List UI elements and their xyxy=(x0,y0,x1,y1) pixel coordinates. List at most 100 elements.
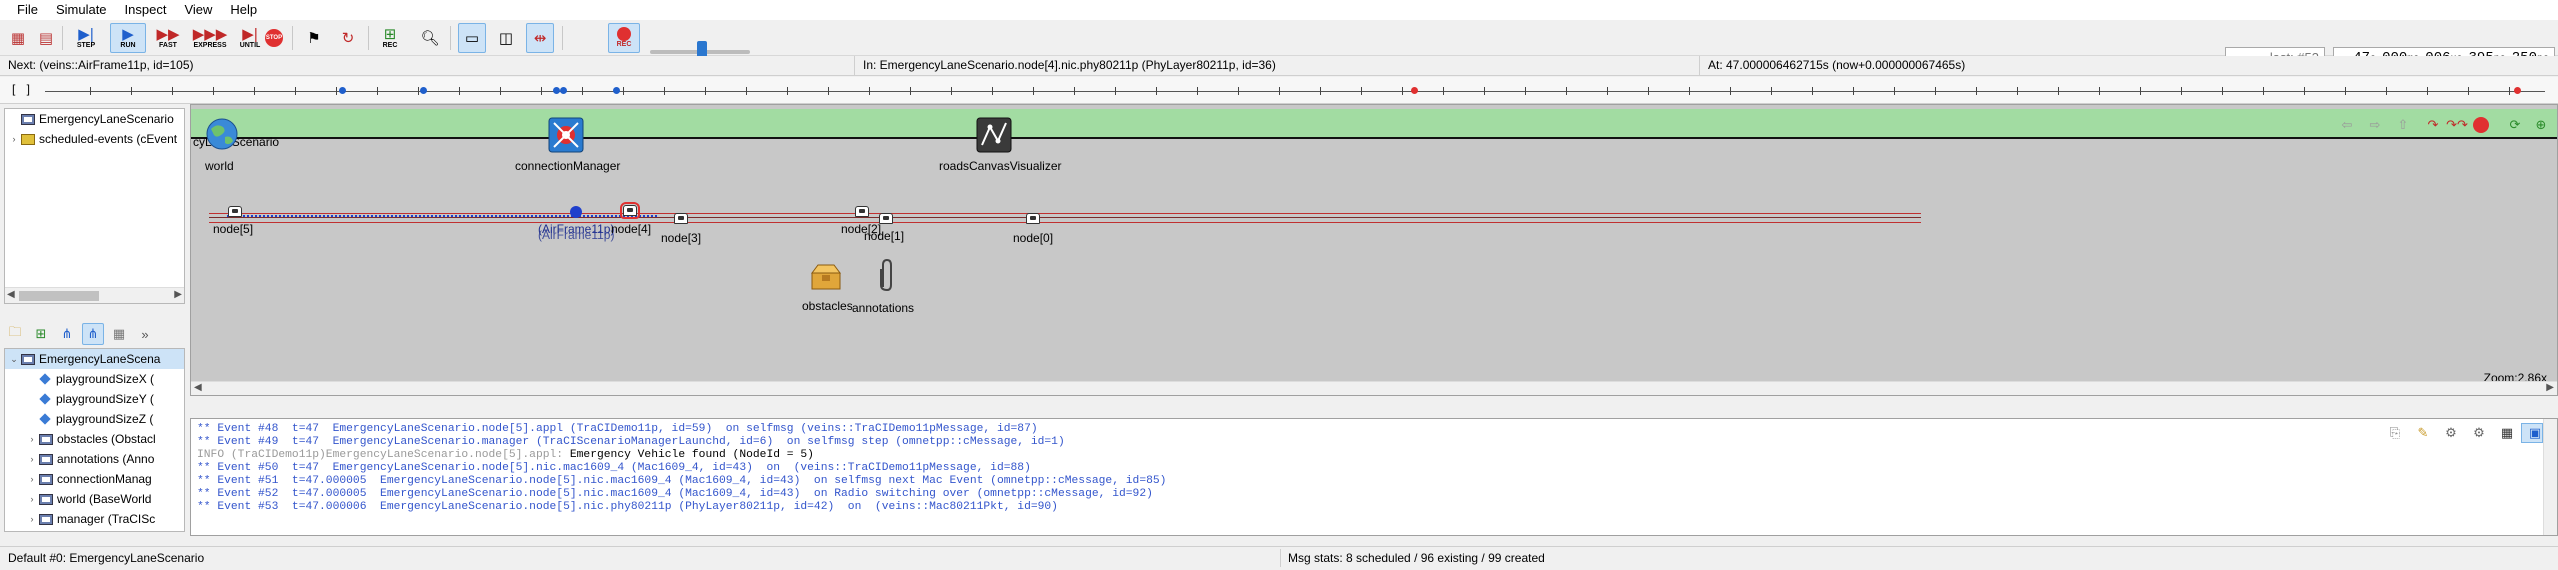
scroll-right-icon[interactable]: ▶ xyxy=(2546,382,2554,393)
obstacles-icon[interactable] xyxy=(808,261,844,291)
messages-mode-button[interactable]: ▦ xyxy=(2493,423,2515,443)
properties-item[interactable]: playgroundSizeZ ( xyxy=(5,409,184,429)
more-button[interactable]: » xyxy=(134,323,156,345)
table-view-button[interactable]: ▦ xyxy=(108,323,130,345)
object-tree-scrollbar[interactable]: ◀ ▶ xyxy=(5,287,184,303)
new-network-button[interactable]: ▦ xyxy=(6,23,30,53)
find-log-button[interactable]: ✎ xyxy=(2409,423,2431,443)
menu-inspect[interactable]: Inspect xyxy=(116,0,176,20)
local-run-button[interactable]: ↷ xyxy=(2423,116,2443,134)
local-stop-button[interactable] xyxy=(2471,116,2491,134)
record-video-button[interactable]: REC xyxy=(608,23,640,53)
group-by-kind-button[interactable]: 🗀 xyxy=(4,323,26,345)
object-tree[interactable]: EmergencyLaneScenario › scheduled-events (… xyxy=(4,108,185,304)
timeline-tick xyxy=(1730,87,1731,95)
properties-item[interactable]: › connectionManag xyxy=(5,469,184,489)
parent-button[interactable]: ⇧ xyxy=(2393,116,2413,134)
log-event-line: ** Event #49 t=47 EmergencyLaneScenario.… xyxy=(197,436,1065,448)
step-button[interactable]: ▶| STEP xyxy=(68,23,104,53)
menu-view[interactable]: View xyxy=(175,0,221,20)
stop-button[interactable]: STOP xyxy=(262,23,286,53)
scroll-right-icon[interactable]: ▶ xyxy=(174,289,182,300)
scroll-left-icon[interactable]: ◀ xyxy=(194,382,202,393)
finish-button[interactable]: ⚑ xyxy=(302,23,326,53)
children-view-button[interactable]: ⋔ xyxy=(56,323,78,345)
timeline-event-marker[interactable] xyxy=(613,87,620,94)
timeline-tick xyxy=(582,87,583,95)
expand-arrow-icon[interactable]: › xyxy=(27,514,37,524)
expand-arrow-icon[interactable]: ⌄ xyxy=(9,354,19,365)
event-log[interactable]: ** Event #48 t=47 EmergencyLaneScenario.… xyxy=(190,418,2558,536)
timeline-event-marker[interactable] xyxy=(553,87,560,94)
tree-label: EmergencyLaneScenario xyxy=(39,112,174,126)
fast-button[interactable]: ▶▶ FAST xyxy=(150,23,186,53)
scroll-thumb[interactable] xyxy=(19,291,99,301)
event-recording-button[interactable]: ⊞ REC xyxy=(376,23,404,53)
toolbar: ▦ ▤ ▶| STEP ▶ RUN ▶▶ FAST ▶▶▶ EXPRESS ▶| UNTI… xyxy=(0,20,2558,69)
timeline-tick xyxy=(1361,87,1362,95)
timeline-event-marker[interactable] xyxy=(560,87,567,94)
canvas-scrollbar[interactable]: ◀ ▶ xyxy=(191,381,2557,395)
properties-item[interactable]: playgroundSizeY ( xyxy=(5,389,184,409)
properties-item[interactable]: › world (BaseWorld xyxy=(5,489,184,509)
express-button[interactable]: ▶▶▶ EXPRESS xyxy=(190,23,230,53)
forward-button[interactable]: ⇨ xyxy=(2365,116,2385,134)
expand-arrow-icon[interactable]: › xyxy=(9,134,19,144)
layout-split-v-button[interactable]: ◫ xyxy=(492,23,520,53)
properties-item[interactable]: › obstacles (Obstacl xyxy=(5,429,184,449)
back-button[interactable]: ⇦ xyxy=(2337,116,2357,134)
car-icon[interactable] xyxy=(1026,213,1040,224)
timeline-event-marker[interactable] xyxy=(420,87,427,94)
filter-log-button[interactable]: ⚙ xyxy=(2437,423,2459,443)
object-tree-item[interactable]: › scheduled-events (cEvent xyxy=(5,129,184,149)
properties-item[interactable]: › manager (TraCISc xyxy=(5,509,184,529)
timeline-event-marker[interactable] xyxy=(1411,87,1418,94)
car-icon[interactable] xyxy=(228,206,242,217)
find-button[interactable]: 🔍︎ xyxy=(418,23,442,53)
expand-arrow-icon[interactable]: › xyxy=(27,494,37,504)
roads-visualizer-icon[interactable] xyxy=(976,117,1012,153)
log-scrollbar[interactable] xyxy=(2543,419,2557,535)
menu-file[interactable]: File xyxy=(8,0,47,20)
tree-label: scheduled-events (cEvent xyxy=(39,132,178,146)
timeline-event-marker[interactable] xyxy=(2514,87,2521,94)
copy-log-button[interactable]: ⎘ xyxy=(2381,423,2403,443)
object-tree-item[interactable]: EmergencyLaneScenario xyxy=(5,109,184,129)
relayout-button[interactable]: ⟳ xyxy=(2505,116,2525,134)
paperclip-icon[interactable] xyxy=(877,257,897,293)
menu-help[interactable]: Help xyxy=(221,0,266,20)
zoom-in-button[interactable]: ⊕ xyxy=(2531,116,2551,134)
properties-item[interactable]: playgroundSizeX ( xyxy=(5,369,184,389)
properties-item[interactable]: › annotations (Anno xyxy=(5,449,184,469)
log-settings-button[interactable]: ⚙ xyxy=(2465,423,2487,443)
properties-tree[interactable]: ⌄ EmergencyLaneScena playgroundSizeX (play… xyxy=(4,348,185,532)
expand-arrow-icon[interactable]: › xyxy=(27,474,37,484)
timeline-toggle-button[interactable]: ⇹ xyxy=(526,23,554,53)
menu-simulate[interactable]: Simulate xyxy=(47,0,116,20)
network-canvas[interactable]: ⇦ ⇨ ⇧ ↷ ↷↷ ⟳ ⊕ ⊖ ● ▣ cyLaneScenario worl… xyxy=(190,104,2558,396)
scroll-left-icon[interactable]: ◀ xyxy=(7,289,15,300)
rebuild-network-button[interactable]: ▤ xyxy=(34,23,58,53)
car-icon[interactable] xyxy=(879,213,893,224)
layout-split-h-button[interactable]: ▭ xyxy=(458,23,486,53)
restart-button[interactable]: ↻ xyxy=(336,23,360,53)
run-local-icon: ↷ xyxy=(2427,117,2439,132)
car-icon[interactable] xyxy=(674,213,688,224)
log-mode-button[interactable]: ▣ xyxy=(2521,423,2543,443)
car-icon[interactable] xyxy=(855,206,869,217)
arrow-right-icon: ⇨ xyxy=(2369,117,2381,132)
car-icon[interactable] xyxy=(620,202,640,219)
properties-item[interactable]: ⌄ EmergencyLaneScena xyxy=(5,349,184,369)
local-fast-button[interactable]: ↷↷ xyxy=(2446,116,2468,134)
expand-arrow-icon[interactable]: › xyxy=(27,454,37,464)
globe-icon[interactable] xyxy=(205,117,239,151)
module-icon xyxy=(39,433,53,445)
airframe-icon[interactable] xyxy=(570,206,582,218)
timeline[interactable]: [ ] xyxy=(0,77,2558,104)
inheritance-view-button[interactable]: ⋔ xyxy=(82,323,104,345)
timeline-event-marker[interactable] xyxy=(339,87,346,94)
expand-arrow-icon[interactable]: › xyxy=(27,434,37,444)
connection-manager-icon[interactable] xyxy=(548,117,584,153)
flat-view-button[interactable]: ⊞ xyxy=(30,323,52,345)
run-button[interactable]: ▶ RUN xyxy=(110,23,146,53)
